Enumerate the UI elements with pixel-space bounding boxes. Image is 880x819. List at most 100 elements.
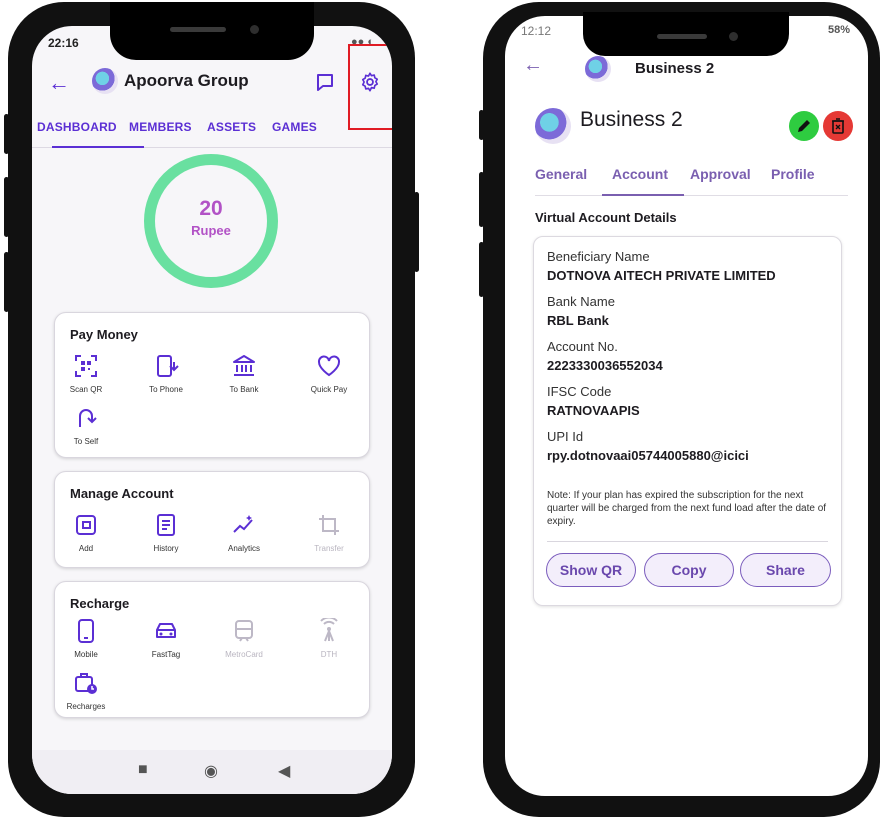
volume-button xyxy=(4,114,9,154)
action-label: DTH xyxy=(320,650,338,659)
antenna-icon xyxy=(320,618,338,642)
subscription-note: Note: If your plan has expired the subsc… xyxy=(547,490,827,527)
chat-icon[interactable] xyxy=(315,72,335,92)
field-label: IFSC Code xyxy=(547,384,612,399)
quick-pay-action[interactable]: Quick Pay xyxy=(294,353,364,394)
add-action[interactable]: Add xyxy=(51,512,121,553)
dth-action: DTH xyxy=(294,618,364,659)
copy-button[interactable]: Copy xyxy=(644,553,734,587)
volume-button xyxy=(4,177,9,237)
beneficiary-name-value: DOTNOVA AITECH PRIVATE LIMITED xyxy=(547,268,776,283)
scan-qr-action[interactable]: Scan QR xyxy=(51,353,121,394)
action-label: Recharges xyxy=(66,702,106,711)
detail-tab-bar: General Account Approval Profile xyxy=(535,166,848,196)
status-time: 22:16 xyxy=(48,36,79,50)
tab-dashboard[interactable]: DASHBOARD xyxy=(37,120,117,134)
divider xyxy=(547,541,828,542)
action-label: Quick Pay xyxy=(310,385,348,394)
balance-ring: 20 Rupee xyxy=(144,154,278,288)
card-title: Recharge xyxy=(70,596,130,611)
speaker-grille xyxy=(657,34,707,39)
to-phone-action[interactable]: To Phone xyxy=(131,353,201,394)
business-avatar-small xyxy=(585,56,611,82)
fasttag-action[interactable]: FastTag xyxy=(131,618,201,659)
home-button-icon[interactable]: ◉ xyxy=(204,761,218,781)
delete-button[interactable] xyxy=(823,111,853,141)
qr-scan-icon xyxy=(75,355,97,377)
delete-icon xyxy=(832,118,844,134)
car-icon xyxy=(156,623,176,638)
volume-button xyxy=(479,172,484,227)
action-label: Add xyxy=(78,544,94,553)
recents-button-icon[interactable]: ■ xyxy=(138,761,148,779)
tab-profile[interactable]: Profile xyxy=(771,166,815,182)
camera-icon xyxy=(729,32,738,41)
show-qr-button[interactable]: Show QR xyxy=(546,553,636,587)
action-label: To Self xyxy=(73,437,99,446)
field-label: Beneficiary Name xyxy=(547,249,650,264)
tab-general[interactable]: General xyxy=(535,166,587,182)
card-title: Manage Account xyxy=(70,486,174,501)
business-name-heading: Business 2 xyxy=(580,108,683,131)
field-label: Bank Name xyxy=(547,294,615,309)
self-transfer-icon xyxy=(79,409,97,427)
recharge-history-icon xyxy=(75,673,97,694)
upi-id-value: rpy.dotnovaai05744005880@icici xyxy=(547,448,749,463)
app-bar: ← Apoorva Group xyxy=(32,64,392,104)
bank-icon xyxy=(233,355,255,376)
phone-transfer-icon xyxy=(157,355,179,377)
mobile-icon xyxy=(78,619,94,643)
balance-amount: 20 xyxy=(199,197,223,220)
share-button[interactable]: Share xyxy=(740,553,831,587)
tab-approval[interactable]: Approval xyxy=(690,166,751,182)
recharge-card: Recharge Mobile FastTag MetroCard DTH Re… xyxy=(54,581,370,718)
status-time: 12:12 xyxy=(521,24,552,38)
pencil-icon xyxy=(798,120,810,132)
section-title: Virtual Account Details xyxy=(535,210,677,225)
active-tab-indicator xyxy=(52,146,144,148)
analytics-action[interactable]: Analytics xyxy=(209,512,279,553)
tab-members[interactable]: MEMBERS xyxy=(129,120,192,134)
phone-frame-left: 22:16 ●● ◐ ← Apoorva Group DASHBOARD MEM… xyxy=(4,2,419,817)
pay-money-card: Pay Money Scan QR To Phone To Bank Quick… xyxy=(54,312,370,458)
transfer-action: Transfer xyxy=(294,512,364,553)
volume-button xyxy=(479,242,484,297)
manage-account-card: Manage Account Add History Analytics Tra… xyxy=(54,471,370,568)
phone-frame-right: 12:12 58% ← Business 2 Business 2 Genera… xyxy=(479,2,880,817)
action-label: Transfer xyxy=(314,544,344,553)
mobile-recharge-action[interactable]: Mobile xyxy=(51,618,121,659)
action-label: FastTag xyxy=(151,650,181,659)
wallet-add-icon xyxy=(76,515,96,535)
back-arrow-icon[interactable]: ← xyxy=(523,54,543,77)
heart-icon xyxy=(318,355,340,377)
receipt-icon xyxy=(157,514,175,536)
action-label: History xyxy=(153,544,179,553)
to-self-action[interactable]: To Self xyxy=(51,405,121,446)
back-arrow-icon[interactable]: ← xyxy=(48,70,70,96)
back-button-icon[interactable]: ◀ xyxy=(278,761,290,781)
action-label: To Bank xyxy=(229,385,259,394)
phone-notch xyxy=(110,2,314,60)
recharges-action[interactable]: Recharges xyxy=(51,670,121,711)
history-action[interactable]: History xyxy=(131,512,201,553)
action-label: Mobile xyxy=(74,650,98,659)
edit-button[interactable] xyxy=(789,111,819,141)
page-title: Apoorva Group xyxy=(124,71,249,90)
tab-bar: DASHBOARD MEMBERS ASSETS GAMES xyxy=(32,110,392,148)
account-number-value: 2223330036552034 xyxy=(547,358,663,373)
appbar-title: Business 2 xyxy=(635,60,715,77)
tab-assets[interactable]: ASSETS xyxy=(207,120,256,134)
action-label: To Phone xyxy=(149,385,183,394)
crop-icon xyxy=(319,515,339,535)
tab-account[interactable]: Account xyxy=(612,166,668,182)
tab-games[interactable]: GAMES xyxy=(272,120,317,134)
group-avatar xyxy=(92,68,118,94)
business-account-screen: 12:12 58% ← Business 2 Business 2 Genera… xyxy=(505,16,868,796)
phone-notch xyxy=(583,12,789,56)
sparkle-icon xyxy=(233,515,253,533)
camera-icon xyxy=(250,25,259,34)
balance-currency: Rupee xyxy=(191,223,231,238)
train-icon xyxy=(235,620,253,642)
virtual-account-card: Beneficiary Name DOTNOVA AITECH PRIVATE … xyxy=(533,236,842,606)
to-bank-action[interactable]: To Bank xyxy=(209,353,279,394)
